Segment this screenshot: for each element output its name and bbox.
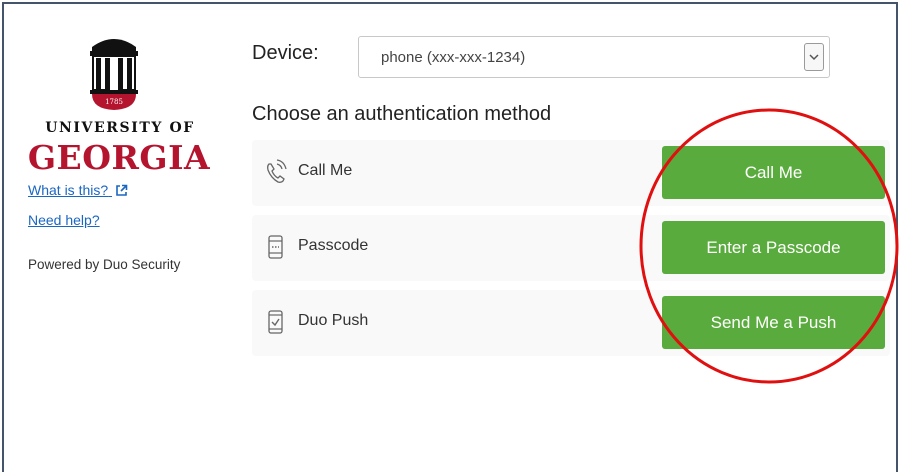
dropdown-arrow[interactable] <box>804 43 824 71</box>
arch-year: 1785 <box>105 98 123 106</box>
device-label: Device: <box>252 42 319 64</box>
device-select[interactable]: phone (xxx-xxx-1234) <box>358 36 830 78</box>
external-link-icon <box>116 184 128 196</box>
auth-method-heading: Choose an authentication method <box>252 103 552 125</box>
need-help-link[interactable]: Need help? <box>28 212 100 228</box>
passcode-device-icon <box>268 235 283 259</box>
method-label-push: Duo Push <box>298 312 369 329</box>
what-is-this-label: What is this? <box>28 182 109 198</box>
chevron-down-icon <box>809 54 819 61</box>
powered-by-text: Powered by Duo Security <box>28 257 181 272</box>
method-label-passcode: Passcode <box>298 237 369 254</box>
uga-arch-logo: 1785 <box>90 39 138 110</box>
method-label-call: Call Me <box>298 162 353 179</box>
device-selected-value: phone (xxx-xxx-1234) <box>381 49 526 66</box>
send-push-button[interactable]: Send Me a Push <box>662 296 885 349</box>
phone-call-icon <box>267 159 287 183</box>
method-row-push: Duo Push Send Me a Push <box>252 290 890 356</box>
method-row-call: Call Me Call Me <box>252 140 890 206</box>
georgia-wordmark: GEORGIA <box>27 138 211 177</box>
what-is-this-link[interactable]: What is this? <box>28 182 128 198</box>
university-of-text: UNIVERSITY OF <box>45 120 195 136</box>
enter-passcode-button[interactable]: Enter a Passcode <box>662 221 885 274</box>
call-me-button[interactable]: Call Me <box>662 146 885 199</box>
method-row-passcode: Passcode Enter a Passcode <box>252 215 890 281</box>
brand-panel: 1785 UNIVERSITY OF GEORGIA What is this?… <box>0 0 228 463</box>
push-phone-icon <box>268 310 283 334</box>
